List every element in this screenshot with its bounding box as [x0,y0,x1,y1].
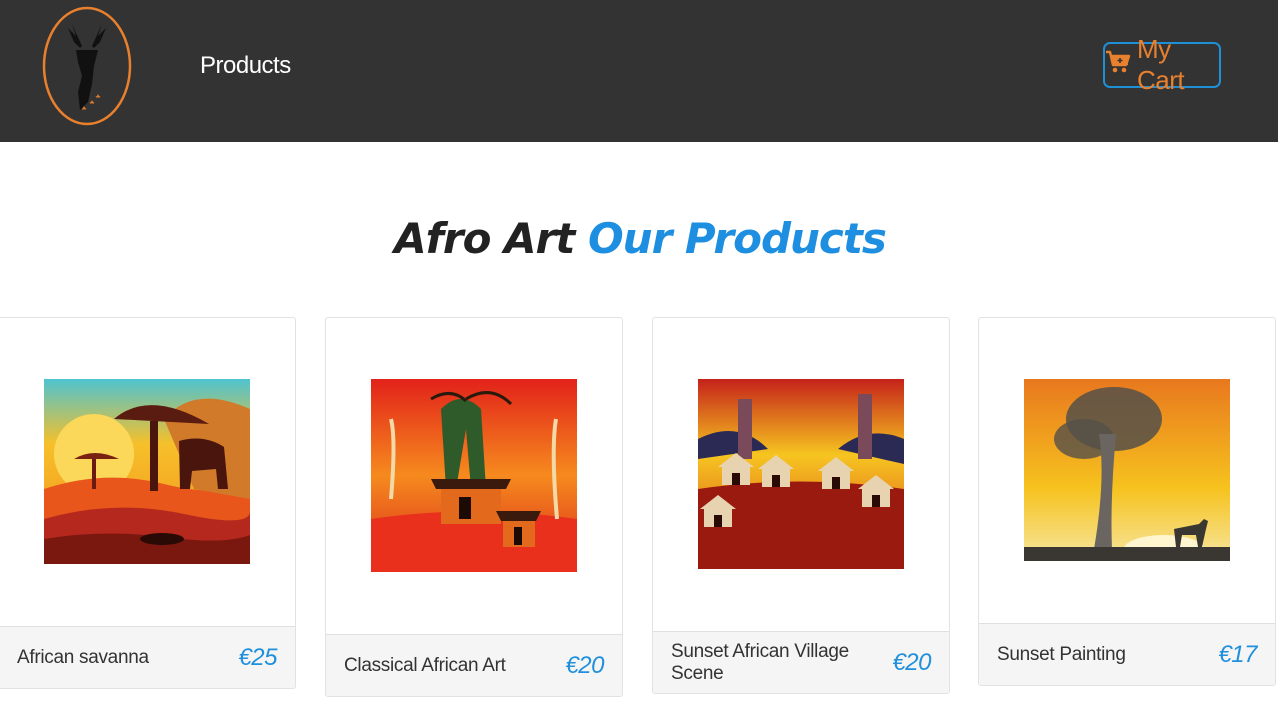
savanna-painting-image[interactable] [44,379,250,564]
product-title[interactable]: Sunset Painting [997,644,1126,666]
product-price: €25 [238,643,277,671]
product-footer: Sunset Painting €17 [979,623,1275,685]
product-price: €20 [565,651,604,679]
cart-label: My Cart [1137,34,1185,95]
product-card[interactable]: Classical African Art €20 [325,317,623,697]
heading-brand: Afro Art [394,214,575,263]
product-card[interactable]: Sunset Painting €17 [978,317,1276,686]
product-title[interactable]: African savanna [17,647,149,669]
heading-products: Our Products [587,214,887,263]
sunset-painting-image[interactable] [1024,379,1230,561]
product-card[interactable]: Sunset African Village Scene €20 [652,317,950,694]
product-card[interactable]: African savanna €25 [0,317,296,689]
nav-products-link[interactable]: Products [200,52,291,80]
huts-painting-image[interactable] [698,379,904,569]
shopping-cart-icon [1105,49,1131,82]
product-title[interactable]: Sunset African Village Scene [671,641,892,685]
deer-logo[interactable] [42,6,132,126]
product-footer: African savanna €25 [0,626,295,688]
product-price: €20 [892,648,931,676]
product-price: €17 [1218,640,1257,668]
my-cart-button[interactable]: My Cart [1103,34,1221,95]
navbar: Products My Cart [0,0,1278,142]
page-heading: Afro Art Our Products [0,214,1280,263]
village-painting-image[interactable] [371,379,577,572]
product-title[interactable]: Classical African Art [344,655,506,677]
product-footer: Classical African Art €20 [326,634,622,696]
product-footer: Sunset African Village Scene €20 [653,631,949,693]
